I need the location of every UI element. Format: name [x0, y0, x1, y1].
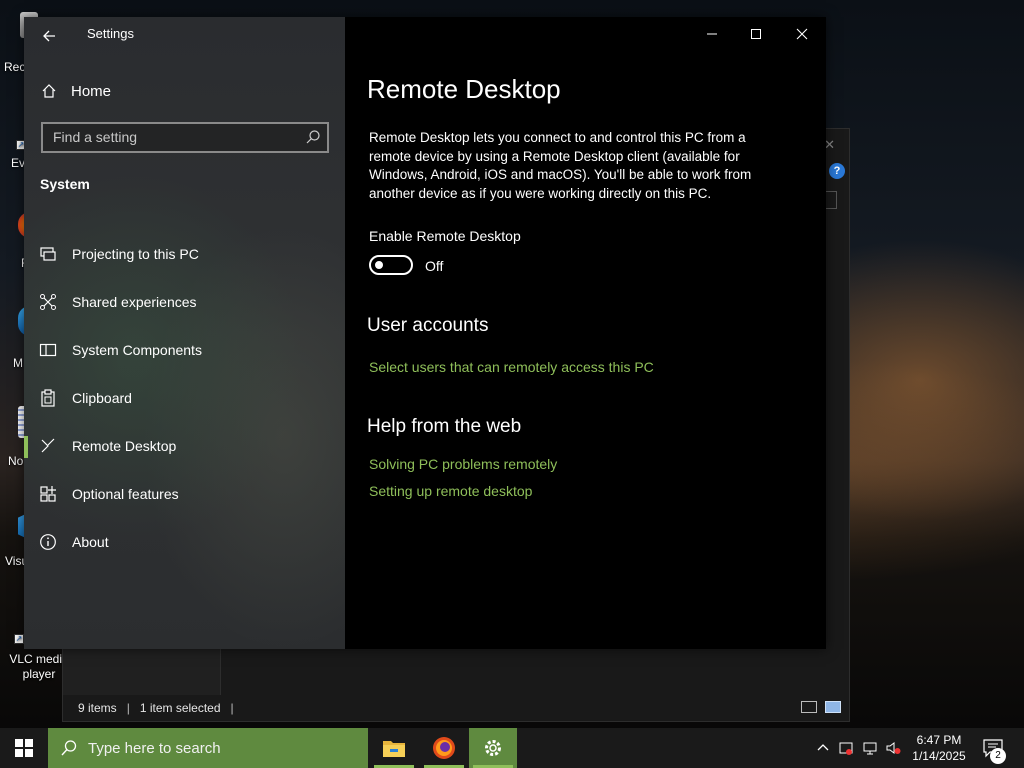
help-heading: Help from the web [367, 416, 522, 437]
system-components-icon [39, 343, 57, 357]
nav-item-label: Shared experiences [72, 294, 197, 310]
back-button[interactable] [38, 25, 60, 47]
view-switcher [801, 701, 841, 713]
home-label: Home [71, 82, 112, 100]
settings-content-pane: Remote Desktop Remote Desktop lets you c… [345, 17, 826, 649]
system-clock[interactable]: 6:47 PM 1/14/2025 [906, 732, 972, 764]
info-icon [40, 534, 56, 550]
nav-item-projecting[interactable]: Projecting to this PC [24, 234, 345, 274]
maximize-icon[interactable] [747, 25, 765, 43]
enable-remote-desktop-label: Enable Remote Desktop [369, 228, 521, 244]
find-setting-input[interactable]: Find a setting [41, 122, 329, 153]
help-icon[interactable]: ? [829, 163, 845, 179]
chevron-up-icon[interactable] [815, 740, 831, 756]
taskbar: Type here to search 6:47 PM 1/14/2025 2 [0, 728, 1024, 768]
windows-logo-icon [15, 739, 33, 757]
taskbar-search-box[interactable]: Type here to search [48, 728, 368, 768]
desktop-icon-label: No [8, 454, 24, 468]
status-item-count: 9 items [78, 701, 117, 715]
minimize-icon[interactable] [703, 25, 721, 43]
remote-desktop-icon [41, 438, 55, 453]
notification-count-badge: 2 [990, 748, 1006, 764]
details-view-icon[interactable] [801, 701, 817, 713]
select-users-link[interactable]: Select users that can remotely access th… [369, 359, 654, 375]
toggle-knob [375, 261, 383, 269]
taskbar-settings[interactable] [469, 728, 517, 768]
nav-item-system-components[interactable]: System Components [24, 330, 345, 370]
window-title: Settings [87, 26, 134, 41]
security-icon[interactable] [838, 740, 854, 756]
nav-item-label: Projecting to this PC [72, 246, 199, 262]
nav-item-optional-features[interactable]: Optional features [24, 474, 345, 514]
status-separator: | [126, 701, 130, 715]
explorer-nav-pane [63, 649, 221, 697]
search-icon [306, 130, 320, 144]
nav-item-label: Clipboard [72, 390, 132, 406]
nav-item-label: Optional features [72, 486, 179, 502]
projector-icon [40, 247, 56, 261]
status-separator: | [230, 701, 234, 715]
enable-remote-desktop-toggle[interactable] [369, 255, 413, 275]
taskbar-search-placeholder: Type here to search [88, 740, 221, 757]
nav-item-label: Remote Desktop [72, 438, 177, 454]
close-icon[interactable] [793, 25, 811, 43]
file-explorer-icon [383, 741, 405, 757]
help-link-setting-up[interactable]: Setting up remote desktop [369, 483, 532, 499]
home-nav-item[interactable]: Home [41, 81, 111, 101]
toggle-state-label: Off [425, 258, 444, 274]
section-heading: System [40, 176, 90, 192]
home-icon [42, 84, 56, 98]
back-arrow-icon [43, 30, 55, 42]
search-placeholder: Find a setting [53, 129, 138, 145]
page-title: Remote Desktop [367, 74, 561, 104]
nav-item-about[interactable]: About [24, 522, 345, 562]
settings-gear-icon [485, 740, 501, 756]
shared-experiences-icon [40, 294, 56, 310]
optional-features-icon [40, 486, 56, 502]
nav-item-label: About [72, 534, 109, 550]
help-link-solving-problems[interactable]: Solving PC problems remotely [369, 456, 557, 472]
clock-time: 6:47 PM [916, 733, 962, 747]
explorer-status-bar: 9 items | 1 item selected | [63, 695, 849, 721]
desktop-icon-label: M [13, 356, 23, 370]
nav-item-label: System Components [72, 342, 202, 358]
nav-item-remote-desktop[interactable]: Remote Desktop [24, 426, 345, 466]
selected-indicator [24, 436, 28, 458]
large-icons-view-icon[interactable] [825, 701, 841, 713]
taskbar-file-explorer[interactable] [370, 728, 418, 768]
network-icon[interactable] [862, 740, 878, 756]
clipboard-icon [41, 389, 55, 407]
nav-item-clipboard[interactable]: Clipboard [24, 378, 345, 418]
start-button[interactable] [0, 728, 48, 768]
user-accounts-heading: User accounts [367, 315, 489, 336]
clock-date: 1/14/2025 [912, 749, 966, 763]
firefox-icon [433, 737, 455, 759]
settings-window: Settings Home Find a setting System Proj… [24, 17, 826, 649]
taskbar-firefox[interactable] [420, 728, 468, 768]
search-icon [61, 740, 77, 756]
settings-nav-pane: Settings Home Find a setting System Proj… [24, 17, 345, 649]
status-selection: 1 item selected [139, 701, 221, 715]
page-description: Remote Desktop lets you connect to and c… [369, 130, 752, 201]
nav-item-shared-experiences[interactable]: Shared experiences [24, 282, 345, 322]
volume-muted-icon[interactable] [885, 740, 901, 756]
vlc-icon: ↗ [14, 634, 24, 644]
